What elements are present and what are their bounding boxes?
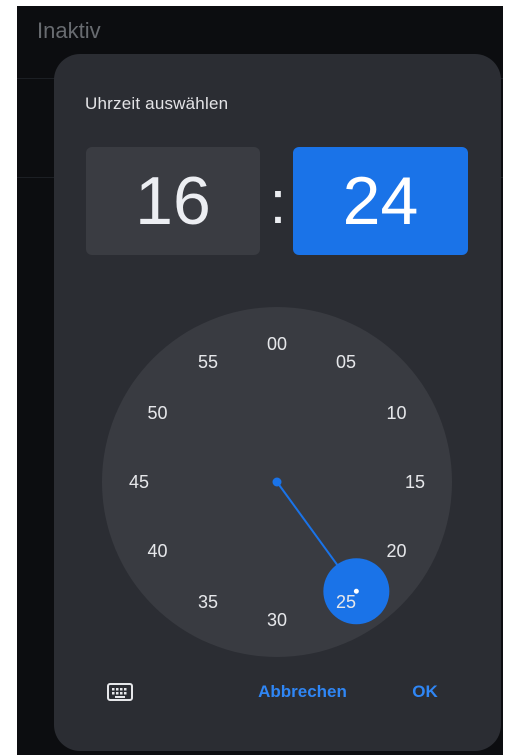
clock-dial[interactable]: 00 05 10 15 20 25 30 35 40 45 50 55 <box>102 307 452 657</box>
clock-number-00[interactable]: 00 <box>259 331 295 357</box>
screen: Inaktiv Uhrzeit auswählen 16 : 24 00 05 10… <box>17 6 503 755</box>
hour-display[interactable]: 16 <box>86 147 260 255</box>
clock-number-30[interactable]: 30 <box>259 607 295 633</box>
time-separator: : <box>269 168 287 236</box>
keyboard-icon[interactable] <box>107 679 133 705</box>
clock-number-20[interactable]: 20 <box>379 538 415 564</box>
clock-number-40[interactable]: 40 <box>139 538 175 564</box>
clock-number-35[interactable]: 35 <box>190 589 226 615</box>
time-picker-dialog: Uhrzeit auswählen 16 : 24 00 05 10 15 20 25 30… <box>54 54 501 751</box>
ok-button[interactable]: OK <box>400 678 450 706</box>
clock-number-05[interactable]: 05 <box>328 349 364 375</box>
clock-number-25[interactable]: 25 <box>328 589 364 615</box>
clock-number-15[interactable]: 15 <box>397 469 433 495</box>
clock-number-55[interactable]: 55 <box>190 349 226 375</box>
minute-display[interactable]: 24 <box>293 147 468 255</box>
clock-number-10[interactable]: 10 <box>379 400 415 426</box>
dialog-title: Uhrzeit auswählen <box>85 94 229 113</box>
clock-center-dot <box>272 477 282 487</box>
clock-number-50[interactable]: 50 <box>139 400 175 426</box>
clock-number-45[interactable]: 45 <box>121 469 157 495</box>
cancel-button[interactable]: Abbrechen <box>240 678 365 706</box>
